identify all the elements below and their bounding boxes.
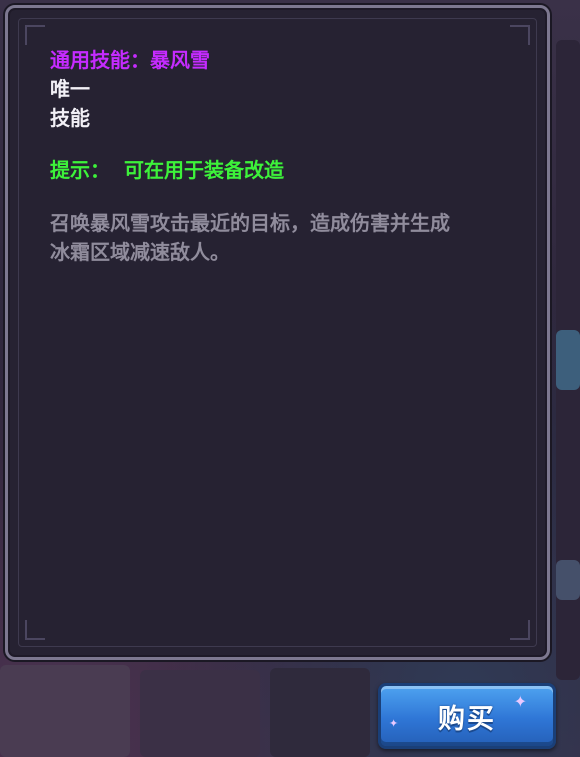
background-tile bbox=[556, 330, 580, 390]
tag-unique: 唯一 bbox=[50, 77, 90, 101]
skill-description: 召唤暴风雪攻击最近的目标，造成伤害并生成 冰霜区域减速敌人。 bbox=[50, 209, 520, 267]
background-tile bbox=[140, 670, 260, 757]
hint-text: 可在用于装备改造 bbox=[124, 158, 284, 182]
frame-corner bbox=[25, 620, 45, 640]
frame-corner bbox=[25, 25, 45, 45]
tooltip-content: 通用技能：暴风雪 唯一 技能 提示： 可在用于装备改造 召唤暴风雪攻击最近的目标，… bbox=[50, 46, 517, 267]
buy-button[interactable]: ✦ ✦ 购买 bbox=[378, 683, 556, 749]
tag-type: 技能 bbox=[50, 106, 90, 130]
frame-corner bbox=[510, 25, 530, 45]
description-line: 召唤暴风雪攻击最近的目标，造成伤害并生成 bbox=[50, 211, 450, 235]
hint-label: 提示： bbox=[50, 158, 110, 182]
sparkle-icon: ✦ bbox=[513, 692, 527, 711]
description-line: 冰霜区域减速敌人。 bbox=[50, 240, 230, 264]
background-tile bbox=[0, 665, 130, 757]
background-tile bbox=[556, 560, 580, 600]
skill-tooltip-panel: 通用技能：暴风雪 唯一 技能 提示： 可在用于装备改造 召唤暴风雪攻击最近的目标，… bbox=[5, 5, 550, 660]
buy-button-label: 购买 bbox=[438, 703, 496, 735]
background-tile bbox=[270, 668, 370, 757]
skill-title: 通用技能：暴风雪 bbox=[50, 48, 210, 72]
sparkle-icon: ✦ bbox=[389, 717, 399, 730]
frame-corner bbox=[510, 620, 530, 640]
hint-line: 提示： 可在用于装备改造 bbox=[50, 156, 517, 185]
